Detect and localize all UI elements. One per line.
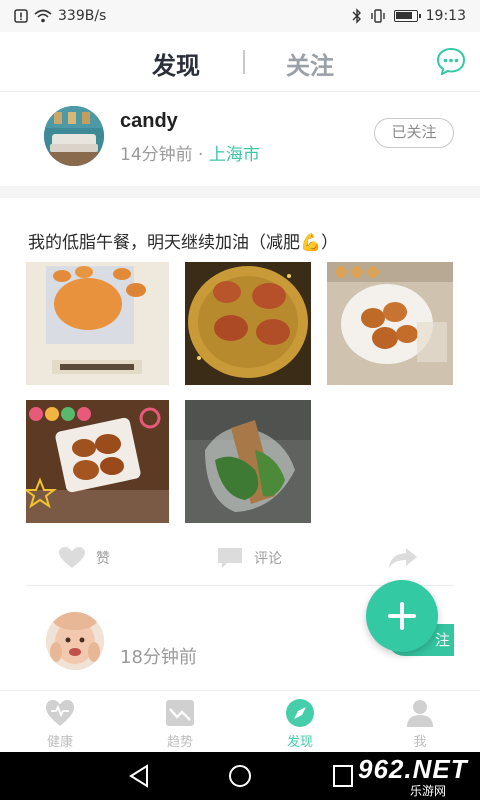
share-arrow-icon — [389, 548, 417, 568]
top-tab-bar: 发现 关注 — [0, 32, 480, 92]
back-icon[interactable] — [128, 764, 150, 788]
chat-bubble-icon[interactable] — [436, 47, 466, 75]
tab-divider — [243, 50, 245, 74]
like-button[interactable]: 赞 — [58, 546, 110, 570]
avatar-image — [46, 612, 104, 670]
avatar[interactable] — [46, 612, 104, 670]
share-button[interactable] — [388, 546, 418, 570]
post-time: 14分钟前 — [120, 145, 193, 165]
nav-label: 趋势 — [166, 735, 193, 750]
battery-icon — [393, 10, 421, 22]
followed-button[interactable]: 已关注 — [374, 118, 454, 148]
nav-label: 我 — [413, 735, 427, 750]
tab-discover[interactable]: 发现 — [152, 46, 200, 81]
add-post-button[interactable] — [366, 580, 438, 652]
post-photo-1[interactable] — [26, 262, 169, 385]
compass-icon — [286, 699, 314, 727]
post-photo-4[interactable] — [26, 400, 169, 523]
nav-label: 发现 — [286, 735, 313, 750]
post-photo-3[interactable] — [327, 262, 453, 385]
nav-label: 健康 — [46, 735, 73, 750]
username[interactable]: candy — [120, 110, 178, 133]
post-time: 18分钟前 — [120, 647, 197, 668]
network-speed: 339B/s — [58, 8, 107, 24]
clock: 19:13 — [425, 8, 466, 24]
trend-chart-icon — [166, 700, 194, 726]
comment-button[interactable]: 评论 — [216, 546, 282, 570]
meta-separator: · — [192, 145, 209, 165]
comment-icon — [218, 548, 242, 568]
watermark-logo: 962.NET — [358, 754, 468, 784]
alert-icon — [14, 9, 28, 23]
watermark-sub: 乐游网 — [410, 784, 447, 798]
nav-item-me[interactable]: 我 — [380, 697, 460, 750]
nav-item-health[interactable]: 健康 — [20, 697, 100, 750]
like-label: 赞 — [96, 551, 110, 567]
nav-item-discover[interactable]: 发现 — [260, 697, 340, 750]
comment-label: 评论 — [254, 551, 282, 567]
person-icon — [407, 700, 433, 727]
heart-icon — [46, 700, 74, 726]
post-photo-2[interactable] — [185, 262, 311, 385]
heart-icon — [59, 547, 85, 568]
bottom-nav: 健康 趋势 发现 我 — [0, 690, 480, 752]
status-bar: 339B/s 19:13 — [0, 0, 480, 32]
post-meta: 14分钟前 · 上海市 — [120, 140, 260, 165]
post-caption: 我的低脂午餐，明天继续加油（减肥💪） — [28, 233, 339, 253]
vibrate-icon — [370, 9, 385, 23]
post-actions: 赞 评论 — [0, 540, 480, 584]
post-location[interactable]: 上海市 — [209, 145, 260, 165]
post-photo-5[interactable] — [185, 400, 311, 523]
nav-item-trend[interactable]: 趋势 — [140, 697, 220, 750]
watermark: 962.NET 乐游网 — [344, 752, 474, 800]
avatar[interactable] — [44, 106, 104, 166]
section-divider — [0, 186, 480, 198]
avatar-image — [44, 106, 104, 166]
bluetooth-icon — [352, 8, 361, 24]
wifi-icon — [34, 9, 52, 23]
home-icon[interactable] — [228, 764, 252, 788]
tab-follow[interactable]: 关注 — [286, 46, 334, 81]
